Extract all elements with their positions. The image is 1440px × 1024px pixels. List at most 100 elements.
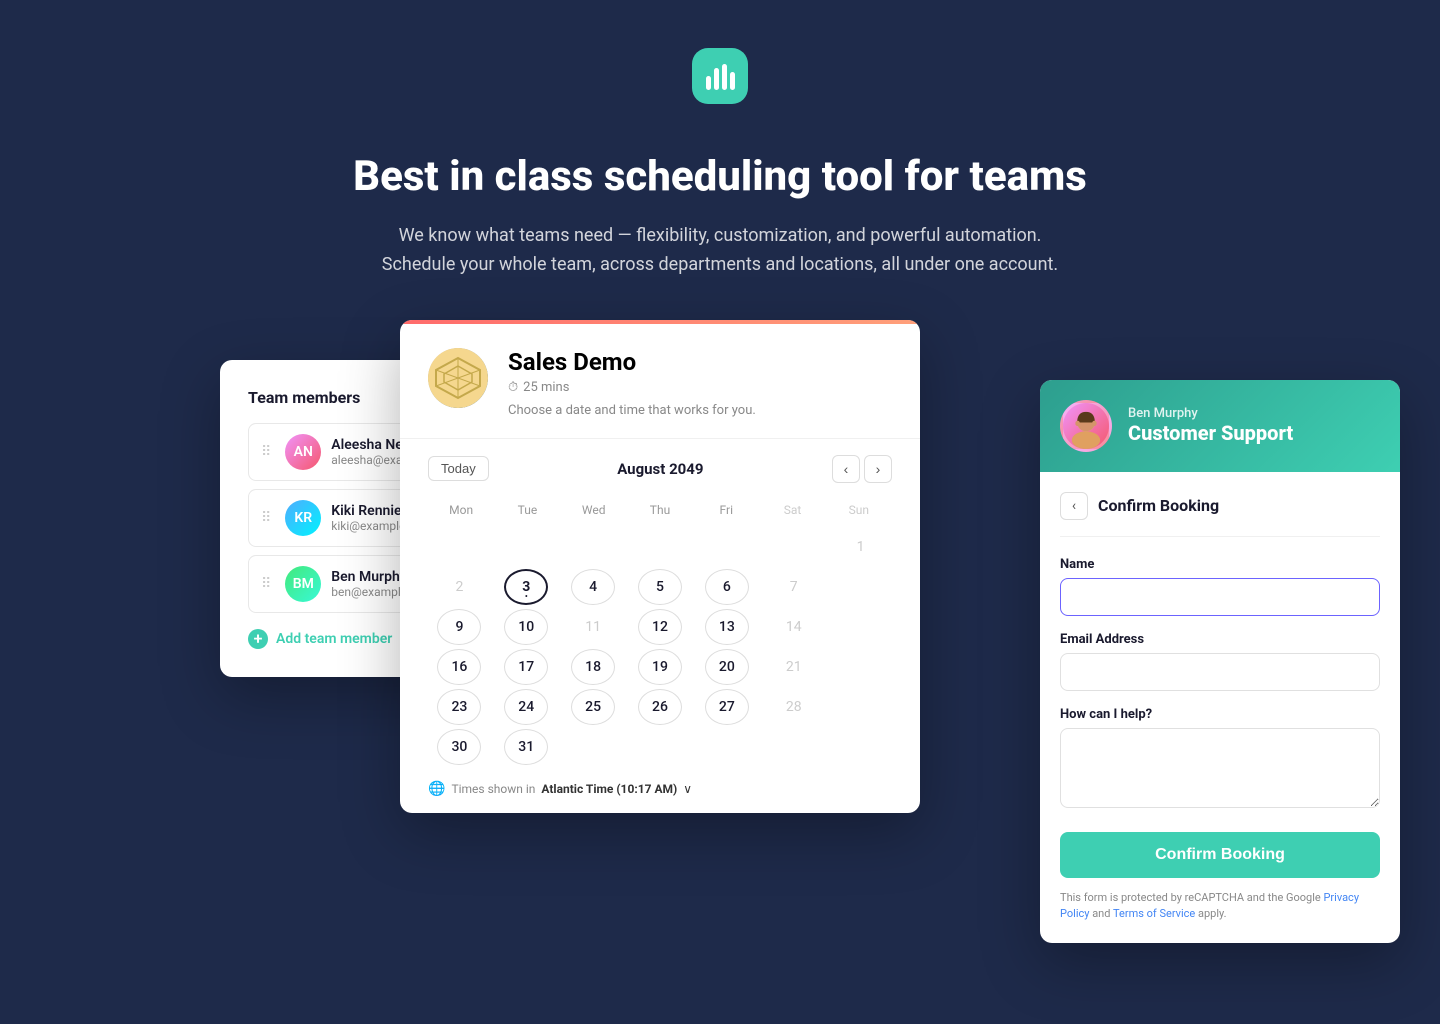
help-field-group: How can I help?	[1060, 707, 1380, 812]
page-subtitle: We know what teams need — flexibility, c…	[380, 222, 1060, 280]
cal-day-empty	[839, 609, 883, 645]
booking-agent-name: Ben Murphy	[1128, 406, 1293, 421]
cal-day-empty	[772, 729, 816, 765]
logo-icon	[706, 62, 735, 90]
cal-day-11: 11	[571, 609, 615, 645]
cal-day-empty	[571, 729, 615, 765]
avatar: KR	[285, 500, 321, 536]
back-button[interactable]: ‹	[1060, 492, 1088, 520]
cal-day-9[interactable]: 9	[437, 609, 481, 645]
plus-icon: +	[248, 629, 268, 649]
globe-icon: 🌐	[428, 781, 445, 797]
booking-nav: ‹ Confirm Booking	[1060, 492, 1380, 537]
cal-day-empty	[772, 529, 816, 565]
email-label: Email Address	[1060, 632, 1380, 647]
cal-day-empty	[504, 529, 548, 565]
sales-description: Choose a date and time that works for yo…	[508, 403, 756, 418]
prev-month-button[interactable]: ‹	[832, 455, 860, 483]
day-label-tue: Tue	[494, 499, 560, 521]
name-field-group: Name	[1060, 557, 1380, 616]
cal-day-5[interactable]: 5	[638, 569, 682, 605]
calendar-grid: 1 2 3 4 5 6 7 9 10 11 12 13 14	[428, 529, 892, 765]
next-month-button[interactable]: ›	[864, 455, 892, 483]
cal-day-10[interactable]: 10	[504, 609, 548, 645]
cal-day-empty	[839, 689, 883, 725]
day-label-mon: Mon	[428, 499, 494, 521]
cal-day-27[interactable]: 27	[705, 689, 749, 725]
cal-day-empty	[839, 729, 883, 765]
cal-day-23[interactable]: 23	[437, 689, 481, 725]
cal-day-empty	[705, 729, 749, 765]
duration-badge: ⏱ 25 mins	[508, 380, 756, 395]
cal-day-empty	[638, 729, 682, 765]
cal-day-20[interactable]: 20	[705, 649, 749, 685]
cal-day-19[interactable]: 19	[638, 649, 682, 685]
cal-day-6[interactable]: 6	[705, 569, 749, 605]
day-label-sat: Sat	[759, 499, 825, 521]
timezone-caret[interactable]: ∨	[683, 782, 692, 796]
cal-day-14: 14	[772, 609, 816, 645]
page-header: Best in class scheduling tool for teams …	[0, 0, 1440, 320]
drag-handle-icon[interactable]: ⠿	[261, 444, 271, 460]
cal-day-26[interactable]: 26	[638, 689, 682, 725]
booking-agent-avatar	[1060, 400, 1112, 452]
drag-handle-icon[interactable]: ⠿	[261, 576, 271, 592]
cal-day-18[interactable]: 18	[571, 649, 615, 685]
drag-handle-icon[interactable]: ⠿	[261, 510, 271, 526]
email-field-group: Email Address	[1060, 632, 1380, 691]
duration-text: 25 mins	[523, 380, 569, 395]
confirm-booking-heading: Confirm Booking	[1098, 496, 1219, 515]
cal-day-empty	[705, 529, 749, 565]
cal-day-16[interactable]: 16	[437, 649, 481, 685]
timezone-row: 🌐 Times shown in Atlantic Time (10:17 AM…	[428, 781, 892, 797]
day-label-thu: Thu	[627, 499, 693, 521]
cal-day-4[interactable]: 4	[571, 569, 615, 605]
timezone-prefix: Times shown in	[451, 782, 535, 796]
privacy-policy-link[interactable]: Privacy Policy	[1060, 891, 1359, 921]
cal-day-empty	[638, 529, 682, 565]
booking-form-card: Ben Murphy Customer Support ‹ Confirm Bo…	[1040, 380, 1400, 943]
cal-day-empty	[571, 529, 615, 565]
cal-day-17[interactable]: 17	[504, 649, 548, 685]
page-title: Best in class scheduling tool for teams	[20, 152, 1420, 202]
help-label: How can I help?	[1060, 707, 1380, 722]
name-input[interactable]	[1060, 578, 1380, 616]
avatar: AN	[285, 434, 321, 470]
cal-day-28: 28	[772, 689, 816, 725]
clock-icon: ⏱	[508, 380, 518, 395]
cal-day-13[interactable]: 13	[705, 609, 749, 645]
booking-body: ‹ Confirm Booking Name Email Address How…	[1040, 472, 1400, 943]
terms-of-service-link[interactable]: Terms of Service	[1113, 907, 1195, 920]
cal-day-24[interactable]: 24	[504, 689, 548, 725]
cal-day-empty	[839, 649, 883, 685]
day-label-sun: Sun	[826, 499, 892, 521]
calendar-month: August 2049	[617, 460, 703, 478]
booking-header: Ben Murphy Customer Support	[1040, 380, 1400, 472]
timezone-value: Atlantic Time (10:17 AM)	[541, 782, 677, 796]
name-label: Name	[1060, 557, 1380, 572]
cal-day-12[interactable]: 12	[638, 609, 682, 645]
calendar-nav: Today August 2049 ‹ ›	[428, 455, 892, 483]
cal-day-7: 7	[772, 569, 816, 605]
today-button[interactable]: Today	[428, 456, 489, 481]
calendar-section: Today August 2049 ‹ › Mon Tue Wed Thu Fr…	[400, 439, 920, 813]
email-input[interactable]	[1060, 653, 1380, 691]
cal-day-25[interactable]: 25	[571, 689, 615, 725]
booking-role: Customer Support	[1128, 421, 1293, 445]
confirm-booking-button[interactable]: Confirm Booking	[1060, 832, 1380, 878]
day-label-fri: Fri	[693, 499, 759, 521]
cal-day-3[interactable]: 3	[504, 569, 548, 605]
cal-day-2: 2	[437, 569, 481, 605]
sales-demo-title: Sales Demo	[508, 348, 756, 376]
cal-day-1: 1	[839, 529, 883, 565]
cal-day-21: 21	[772, 649, 816, 685]
avatar: BM	[285, 566, 321, 602]
cal-day-30[interactable]: 30	[437, 729, 481, 765]
help-textarea[interactable]	[1060, 728, 1380, 808]
sales-demo-section: Sales Demo ⏱ 25 mins Choose a date and t…	[400, 324, 920, 439]
calendar-card: Sales Demo ⏱ 25 mins Choose a date and t…	[400, 320, 920, 813]
sales-avatar	[428, 348, 488, 408]
recaptcha-notice: This form is protected by reCAPTCHA and …	[1060, 890, 1380, 923]
cal-day-31[interactable]: 31	[504, 729, 548, 765]
calendar-days-header: Mon Tue Wed Thu Fri Sat Sun	[428, 499, 892, 521]
